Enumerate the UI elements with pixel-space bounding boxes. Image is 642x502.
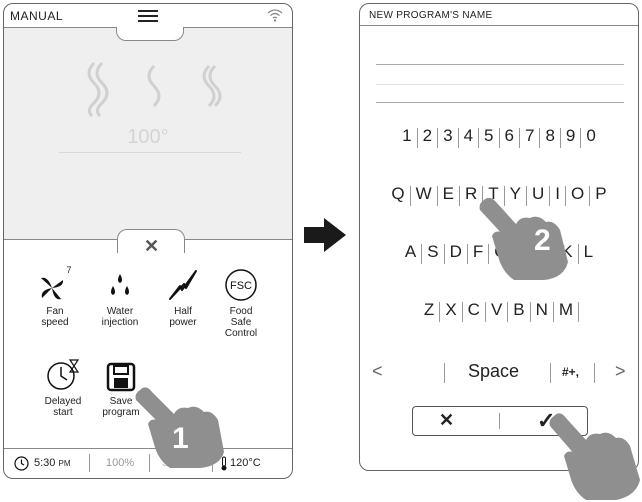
key-p[interactable]: P (590, 184, 611, 206)
space-key[interactable]: Space (468, 361, 519, 382)
keyboard-nav-row: < Space #+, > (360, 361, 638, 387)
key-n[interactable]: N (531, 300, 553, 322)
divider (89, 454, 90, 472)
finger-2-icon: 2 (479, 197, 568, 280)
water-injection-option[interactable]: Water injection (85, 268, 155, 328)
cooking-display: 100° (4, 28, 292, 240)
cancel-button[interactable]: ✕ (439, 410, 454, 431)
finger-3-icon (549, 413, 640, 500)
close-icon[interactable]: ✕ (144, 236, 159, 257)
set-temperature: 100° (127, 126, 169, 148)
mode-title: MANUAL (10, 9, 64, 23)
key-m[interactable]: M (554, 300, 578, 322)
finger-1-icon: 1 (135, 387, 224, 468)
key-6[interactable]: 6 (500, 126, 519, 148)
key-0[interactable]: 0 (581, 126, 600, 148)
fan-speed-option[interactable]: 7 Fan speed (20, 265, 90, 328)
arrow-right-icon (304, 218, 346, 252)
step-number: 2 (534, 224, 551, 257)
timer-icon (47, 359, 80, 390)
temperature-underline (59, 152, 241, 153)
key-q[interactable]: Q (386, 184, 409, 206)
name-field-line (376, 102, 624, 103)
prev-icon[interactable]: < (372, 361, 383, 382)
clock-icon (14, 456, 29, 471)
option-label: Food Safe Control (224, 306, 258, 339)
next-icon[interactable]: > (615, 361, 626, 382)
key-3[interactable]: 3 (438, 126, 457, 148)
key-w[interactable]: W (411, 184, 437, 206)
key-2[interactable]: 2 (418, 126, 437, 148)
top-bar: MANUAL (4, 4, 292, 28)
digit-row: 1 2 3 4 5 6 7 8 9 0 (360, 126, 638, 148)
name-field-line (376, 84, 624, 85)
letter-row-3: Z X C V B N M (360, 300, 638, 322)
fan-speed-level: 7 (66, 265, 72, 275)
key-l[interactable]: L (579, 242, 598, 264)
food-safe-control-option[interactable]: FSC Food Safe Control (206, 268, 276, 339)
step-number: 1 (172, 422, 189, 455)
key-v[interactable]: V (486, 300, 507, 322)
clock-time: 5:30 PM (34, 457, 71, 469)
fsc-icon: FSC (225, 269, 257, 301)
key-c[interactable]: C (463, 300, 485, 322)
top-tab (116, 27, 184, 41)
key-9[interactable]: 9 (561, 126, 580, 148)
fsc-icon-text: FSC (230, 280, 252, 292)
key-7[interactable]: 7 (520, 126, 539, 148)
menu-icon[interactable] (138, 10, 158, 22)
key-d[interactable]: D (445, 242, 467, 264)
steam-icon (87, 61, 222, 118)
fan-icon (41, 277, 64, 300)
key-a[interactable]: A (400, 242, 421, 264)
key-e[interactable]: E (438, 184, 459, 206)
key-b[interactable]: B (508, 300, 529, 322)
key-x[interactable]: X (440, 300, 461, 322)
option-label: Fan speed (41, 306, 69, 328)
half-power-icon (169, 270, 197, 300)
symbols-key[interactable]: #+, (562, 365, 579, 379)
wifi-icon (267, 9, 283, 22)
key-1[interactable]: 1 (397, 126, 416, 148)
core-temperature: 120°C (230, 457, 261, 469)
key-4[interactable]: 4 (459, 126, 478, 148)
name-field-line[interactable] (376, 64, 624, 65)
key-8[interactable]: 8 (540, 126, 559, 148)
water-drops-icon (111, 274, 129, 295)
key-s[interactable]: S (422, 242, 443, 264)
page-title: NEW PROGRAM'S NAME (360, 4, 638, 26)
key-z[interactable]: Z (419, 300, 439, 322)
key-5[interactable]: 5 (479, 126, 498, 148)
option-label: Water injection (101, 306, 139, 328)
